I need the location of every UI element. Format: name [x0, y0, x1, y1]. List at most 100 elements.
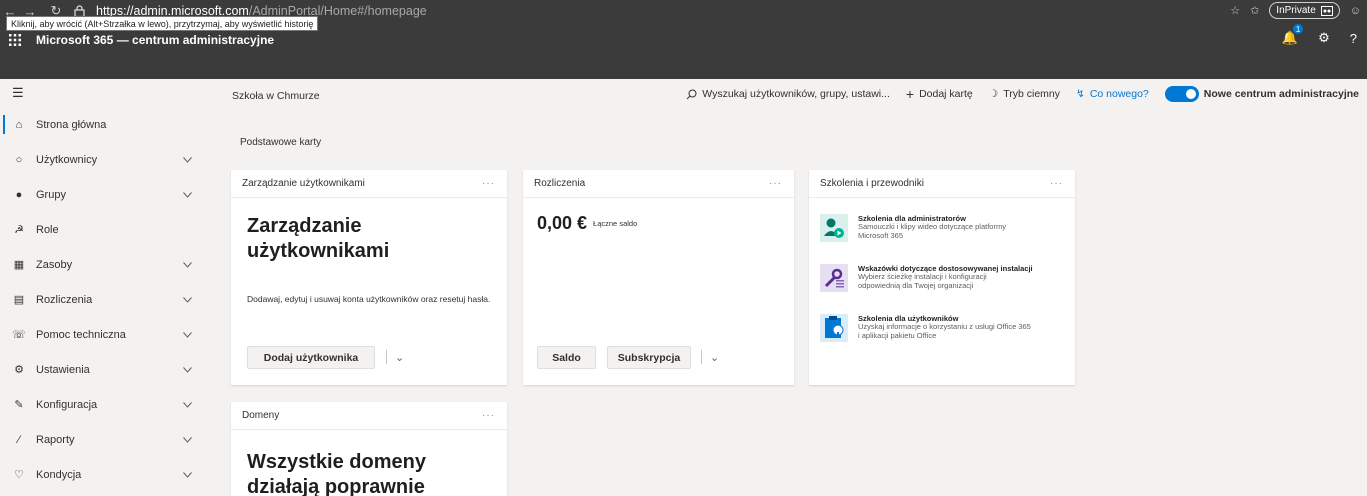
user-training-icon: [820, 314, 848, 342]
home-icon: ⌂: [15, 118, 23, 131]
sidebar-item[interactable]: ☏ Pomoc techniczna: [0, 317, 205, 352]
sidebar-item[interactable]: ✎ Konfiguracja: [0, 387, 205, 422]
sidebar-item-label: Kondycja: [36, 468, 82, 481]
add-card-button[interactable]: + Dodaj kartę: [906, 86, 973, 102]
inprivate-badge[interactable]: InPrivate: [1269, 2, 1340, 19]
tenant-name: Szkoła w Chmurze: [232, 90, 320, 102]
search-placeholder: Wyszukaj użytkowników, grupy, ustawi...: [702, 88, 890, 100]
card-title-line1: Zarządzanie: [247, 215, 362, 237]
sidebar-item[interactable]: ▦ Zasoby: [0, 247, 205, 282]
chevron-down-icon[interactable]: [183, 364, 192, 376]
card-title-line1: Wszystkie domeny: [247, 451, 426, 473]
more-options-icon[interactable]: ···: [482, 178, 495, 189]
inprivate-icon: [1320, 5, 1333, 16]
balance-label: Saldo: [552, 351, 581, 364]
chevron-down-icon[interactable]: [183, 259, 192, 271]
search-icon: [686, 89, 697, 99]
training-item-desc: Uzyskaj informacje o korzystaniu z usług…: [858, 322, 1031, 340]
more-options-icon[interactable]: ···: [769, 178, 782, 189]
card-description: Dodawaj, edytuj i usuwaj konta użytkowni…: [247, 294, 491, 304]
chevron-down-icon: ⌄: [395, 351, 405, 364]
profile-icon[interactable]: ☺: [1350, 5, 1361, 17]
dark-mode-button[interactable]: ☽ Tryb ciemny: [989, 88, 1060, 100]
training-item-setup[interactable]: Wskazówki dotyczące dostosowywanej insta…: [820, 264, 1033, 292]
chevron-down-icon[interactable]: [183, 329, 192, 341]
card-header: Rozliczenia: [534, 178, 586, 189]
health-icon: ♡: [14, 469, 24, 481]
chevron-down-icon[interactable]: [183, 434, 192, 446]
sidebar-item-label: Zasoby: [36, 258, 73, 271]
sidebar-item-label: Użytkownicy: [36, 153, 98, 166]
groups-icon: ●: [15, 188, 23, 201]
sidebar-item-label: Rozliczenia: [36, 293, 93, 306]
moon-icon: ☽: [988, 88, 999, 100]
sidebar-item-label: Ustawienia: [36, 363, 90, 376]
settings-icon: ⚙: [14, 364, 24, 376]
setup-icon: ✎: [14, 399, 24, 411]
sidebar-item[interactable]: ● Grupy: [0, 177, 205, 212]
search-box[interactable]: Wyszukaj użytkowników, grupy, ustawi...: [686, 88, 890, 100]
new-admin-center-label: Nowe centrum administracyjne: [1203, 88, 1359, 100]
sidebar-item-label: Strona główna: [36, 118, 107, 131]
sidebar-item-label: Grupy: [36, 188, 66, 201]
app-launcher-icon[interactable]: [0, 34, 30, 46]
sidebar-item[interactable]: ⚙ Ustawienia: [0, 352, 205, 387]
training-item-admins[interactable]: Szkolenia dla administratorów Samouczki …: [820, 214, 1033, 242]
back-tooltip: Kliknij, aby wrócić (Alt+Strzałka w lewo…: [6, 16, 319, 31]
card-title-line2: działają poprawnie: [247, 476, 425, 496]
sidebar-item[interactable]: ○ Użytkownicy: [0, 142, 205, 177]
admin-training-icon: [820, 214, 848, 242]
chevron-down-icon: ⌄: [710, 351, 720, 364]
sidebar-item[interactable]: ▤ Rozliczenia: [0, 282, 205, 317]
billing-icon: ▤: [13, 294, 25, 306]
training-item-users[interactable]: Szkolenia dla użytkowników Uzyskaj infor…: [820, 314, 1033, 342]
hamburger-icon[interactable]: ☰: [0, 79, 205, 107]
section-title: Podstawowe karty: [240, 137, 322, 148]
sidebar-item[interactable]: ⌂ Strona główna: [0, 107, 205, 142]
chevron-down-icon[interactable]: [183, 154, 192, 166]
chevron-down-icon[interactable]: [183, 399, 192, 411]
chevron-down-icon[interactable]: [183, 294, 192, 306]
sidebar: ☰ ⌂ Strona główna ○ Użytkownicy ● Grupy ☭ Role ▦…: [0, 79, 205, 496]
add-user-button[interactable]: Dodaj użytkownika: [247, 346, 375, 369]
balance-button[interactable]: Saldo: [537, 346, 596, 369]
resources-icon: ▦: [13, 259, 25, 271]
training-item-desc: Wybierz ścieżkę instalacji i konfiguracj…: [858, 272, 987, 290]
add-user-dropdown[interactable]: ⌄: [386, 350, 404, 364]
whats-new-button[interactable]: ↯ Co nowego?: [1076, 88, 1149, 100]
sidebar-item-label: Konfiguracja: [36, 398, 98, 411]
more-options-icon[interactable]: ···: [1050, 178, 1063, 189]
sidebar-item[interactable]: ∕ Raporty: [0, 422, 205, 457]
lightning-icon: ↯: [1076, 88, 1085, 100]
add-card-label: Dodaj kartę: [919, 88, 973, 100]
total-balance-label: Łączne saldo: [593, 219, 638, 228]
sidebar-item-label: Role: [36, 223, 59, 236]
billing-dropdown[interactable]: ⌄: [701, 350, 719, 364]
sidebar-item-label: Raporty: [36, 433, 75, 446]
training-card: Szkolenia i przewodniki ··· Szkolenia dl…: [809, 170, 1075, 385]
notifications-button[interactable]: 🔔 1: [1282, 24, 1304, 46]
plus-icon: +: [905, 86, 915, 102]
star-icon[interactable]: ☆: [1230, 4, 1240, 17]
sidebar-item[interactable]: ☭ Role: [0, 212, 205, 247]
command-bar: Szkoła w Chmurze Wyszukaj użytkowników, …: [222, 79, 1367, 111]
sidebar-item-label: Pomoc techniczna: [36, 328, 126, 341]
new-admin-center-toggle[interactable]: Nowe centrum administracyjne: [1164, 86, 1359, 102]
gear-icon[interactable]: ⚙: [1318, 30, 1330, 46]
sidebar-item[interactable]: ♡ Kondycja: [0, 457, 205, 492]
toggle-switch[interactable]: [1164, 86, 1199, 102]
user-management-card: Zarządzanie użytkownikami ··· Zarządzani…: [231, 170, 507, 385]
total-balance-amount: 0,00 €: [537, 213, 588, 233]
app-title[interactable]: Microsoft 365 — centrum administracyjne: [36, 33, 274, 47]
main-content: Szkoła w Chmurze Wyszukaj użytkowników, …: [222, 79, 1367, 496]
subscription-label: Subskrypcja: [617, 351, 681, 364]
help-icon[interactable]: ?: [1350, 31, 1357, 46]
reports-icon: ∕: [18, 433, 20, 446]
domains-card: Domeny ··· Wszystkie domeny działają pop…: [231, 402, 507, 496]
more-options-icon[interactable]: ···: [482, 410, 495, 421]
chevron-down-icon[interactable]: [183, 189, 192, 201]
favorites-icon[interactable]: ✩: [1250, 4, 1259, 17]
wrench-icon: [820, 264, 848, 292]
chevron-down-icon[interactable]: [183, 469, 192, 481]
subscription-button[interactable]: Subskrypcja: [607, 346, 691, 369]
